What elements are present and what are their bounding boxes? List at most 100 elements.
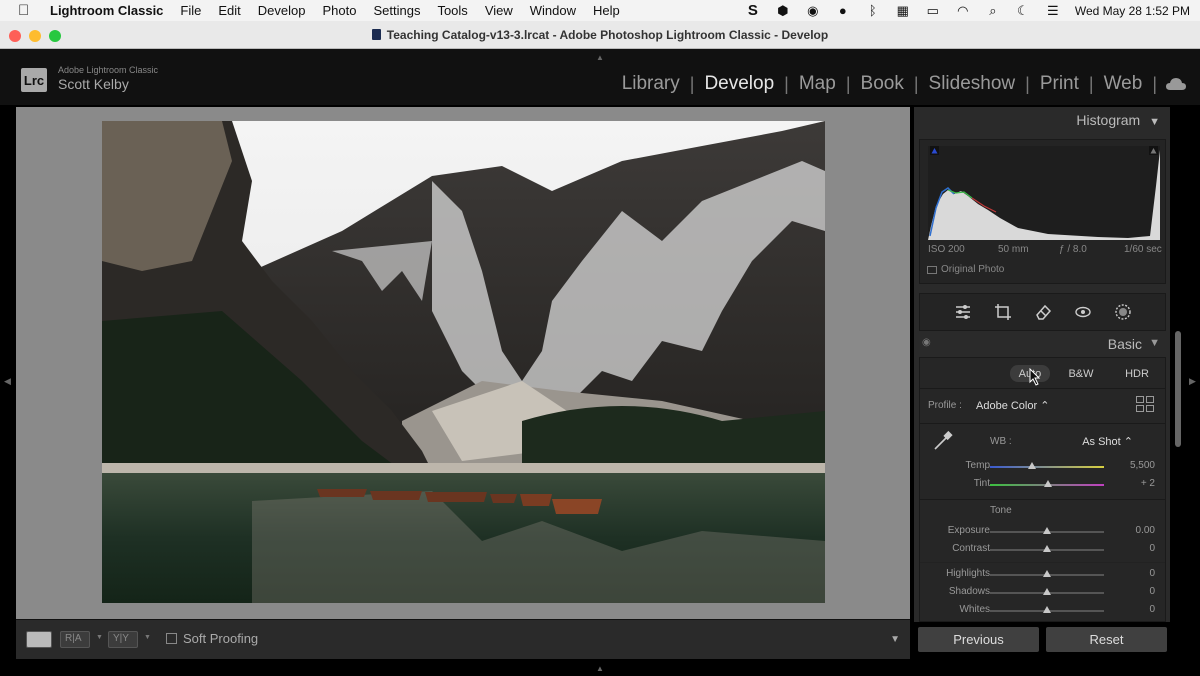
exposure-label: Exposure [947,525,990,536]
brand-name: Adobe Lightroom Classic [58,65,159,75]
keyboard-icon[interactable]: ▦ [895,3,911,18]
temp-value[interactable]: 5,500 [1130,460,1155,471]
histogram-graph[interactable] [928,146,1160,240]
right-panel-scrollbar[interactable] [1175,331,1181,447]
menu-app-name[interactable]: Lightroom Classic [50,3,163,18]
original-photo-toggle[interactable]: Original Photo [927,264,1004,275]
loupe-view-button[interactable] [26,631,52,648]
basic-panel: Auto B&W HDR Profile : Adobe Color ⌃ WB … [919,357,1166,622]
zoom-window-button[interactable] [49,30,61,42]
top-panel-toggle-icon[interactable]: ▲ [596,53,604,62]
exposure-value[interactable]: 0.00 [1136,525,1155,536]
bw-button[interactable]: B&W [1060,365,1102,382]
module-print[interactable]: Print [1030,73,1089,95]
exposure-thumb[interactable] [1043,527,1051,534]
module-library[interactable]: Library [612,73,690,95]
red-eye-icon[interactable] [1074,303,1092,321]
menu-develop[interactable]: Develop [258,3,306,18]
ra-glyph-icon: R|A [65,633,82,644]
before-after-lr-button[interactable]: R|A [60,631,90,648]
shadows-value[interactable]: 0 [1149,586,1155,597]
edit-sliders-icon[interactable] [954,303,972,321]
module-picker: Library | Develop | Map | Book | Slidesh… [612,73,1187,95]
toolbar-menu-icon[interactable]: ▼ [890,634,900,645]
before-after-tb-button[interactable]: Y|Y [108,631,138,648]
close-window-button[interactable] [9,30,21,42]
window-title: Teaching Catalog-v13-3.lrcat - Adobe Pho… [386,27,829,42]
highlights-value[interactable]: 0 [1149,568,1155,579]
minimize-window-button[interactable] [29,30,41,42]
wb-eyedropper-icon[interactable] [932,430,954,452]
histogram-header[interactable]: Histogram ▼ [1076,112,1160,128]
contrast-slider-row[interactable]: Contrast 0 [920,542,1165,558]
battery-icon[interactable]: ▭ [925,3,941,18]
reset-button[interactable]: Reset [1046,627,1167,652]
soft-proofing-checkbox[interactable] [166,633,177,644]
apple-menu-icon[interactable]:  [18,2,34,19]
eraser-icon[interactable] [1034,303,1052,321]
before-after-dropdown-icon[interactable]: ▼ [96,634,103,641]
whites-slider-row[interactable]: Whites 0 [920,603,1165,619]
left-panel-toggle-icon[interactable]: ◀ [4,376,11,387]
develop-toolbar: R|A ▼ Y|Y ▼ Soft Proofing ▼ [16,619,910,659]
menu-file[interactable]: File [180,3,201,18]
profile-browser-icon[interactable] [1136,396,1154,412]
histogram-panel: ISO 200 50 mm ƒ / 8.0 1/60 sec Original … [919,139,1166,284]
whites-thumb[interactable] [1043,606,1051,613]
moon-icon[interactable]: ☾ [1015,3,1031,18]
module-map[interactable]: Map [789,73,846,95]
circle-app-icon[interactable]: ◉ [805,3,821,18]
menu-view[interactable]: View [485,3,513,18]
temp-thumb[interactable] [1028,462,1037,469]
bottom-panel-toggle-icon[interactable]: ▲ [596,664,604,673]
menu-photo[interactable]: Photo [322,3,356,18]
exposure-slider-row[interactable]: Exposure 0.00 [920,524,1165,540]
whites-value[interactable]: 0 [1149,604,1155,615]
highlights-slider-row[interactable]: Highlights 0 [920,567,1165,583]
menu-settings[interactable]: Settings [373,3,420,18]
tint-value[interactable]: + 2 [1141,478,1155,489]
menu-help[interactable]: Help [593,3,620,18]
right-panel-toggle-icon[interactable]: ▶ [1189,376,1196,387]
temp-slider-row[interactable]: Temp 5,500 [920,459,1165,475]
highlights-thumb[interactable] [1043,570,1051,577]
contrast-thumb[interactable] [1043,545,1051,552]
original-photo-label: Original Photo [941,264,1005,275]
masking-icon[interactable] [1114,303,1132,321]
module-book[interactable]: Book [851,73,914,95]
cloud-sync-icon[interactable] [1165,77,1187,91]
swap-dropdown-icon[interactable]: ▼ [144,634,151,641]
original-photo-checkbox[interactable] [927,265,937,274]
profile-label: Profile : [928,400,962,411]
shield-icon[interactable]: ⬢ [775,3,791,18]
wb-dropdown[interactable]: As Shot ⌃ [1082,435,1133,448]
basic-panel-header[interactable]: ◉ Basic ▼ [919,333,1166,355]
control-center-icon[interactable]: ☰ [1045,3,1061,18]
menu-window[interactable]: Window [530,3,576,18]
tint-slider-row[interactable]: Tint + 2 [920,477,1165,493]
contrast-value[interactable]: 0 [1149,543,1155,554]
module-develop[interactable]: Develop [694,73,784,95]
s-app-icon[interactable]: S [745,2,761,19]
hdr-button[interactable]: HDR [1118,365,1156,382]
profile-dropdown[interactable]: Adobe Color ⌃ [976,399,1049,412]
menu-edit[interactable]: Edit [218,3,240,18]
previous-button[interactable]: Previous [918,627,1039,652]
search-icon[interactable]: ⌕ [985,3,1001,18]
bluetooth-icon[interactable]: ᛒ [865,3,881,18]
wifi-icon[interactable]: ◠ [955,3,971,18]
shadows-thumb[interactable] [1043,588,1051,595]
tint-thumb[interactable] [1044,480,1053,487]
module-web[interactable]: Web [1094,73,1153,95]
grammarly-icon[interactable]: ● [835,3,851,18]
module-slideshow[interactable]: Slideshow [919,73,1026,95]
menu-tools[interactable]: Tools [437,3,467,18]
basic-collapse-icon[interactable]: ▼ [1149,337,1160,349]
landscape-photo[interactable] [102,121,825,603]
panel-visibility-icon[interactable]: ◉ [922,337,931,348]
temp-track[interactable] [990,466,1104,468]
whites-label: Whites [959,604,990,615]
shadows-slider-row[interactable]: Shadows 0 [920,585,1165,601]
menubar-clock[interactable]: Wed May 28 1:52 PM [1075,4,1190,18]
crop-icon[interactable] [994,303,1012,321]
